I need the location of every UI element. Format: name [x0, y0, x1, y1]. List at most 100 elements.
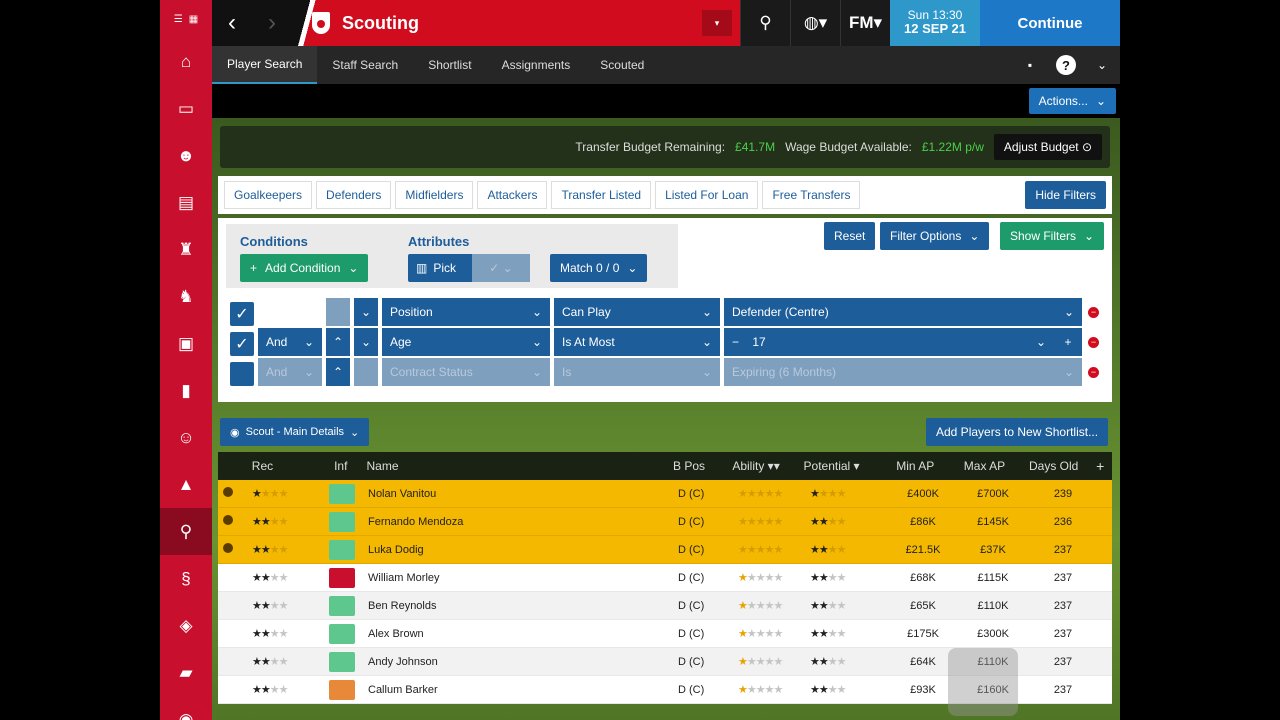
col-name[interactable]: Name: [364, 459, 673, 473]
row1-field-select[interactable]: Position ⌄: [382, 298, 550, 326]
back-button[interactable]: ‹: [212, 0, 252, 46]
tactics-icon[interactable]: ♞: [160, 273, 212, 320]
player-name[interactable]: Ben Reynolds: [366, 600, 678, 612]
row3-up-button[interactable]: ⌃: [326, 358, 350, 386]
table-row[interactable]: ★★★★ Nolan Vanitou D (C) ★★★★★ ★★★★ £400K £700…: [218, 480, 1112, 508]
col-ability[interactable]: Ability ▾▾: [732, 459, 803, 473]
row2-remove-icon[interactable]: −: [1088, 337, 1099, 348]
notes-icon[interactable]: ▮: [160, 367, 212, 414]
filter-attackers[interactable]: Attackers: [477, 181, 548, 209]
home-icon[interactable]: ⌂: [160, 38, 212, 85]
globe-icon[interactable]: ◍▾: [790, 0, 840, 46]
col-potential[interactable]: Potential ▾: [804, 459, 881, 473]
forward-button[interactable]: ›: [252, 0, 292, 46]
col-bpos[interactable]: B Pos: [673, 459, 732, 473]
row1-down-button[interactable]: ⌄: [354, 298, 378, 326]
tab-assignments[interactable]: Assignments: [487, 46, 586, 84]
inbox-icon[interactable]: ▭: [160, 85, 212, 132]
row1-value-select[interactable]: Defender (Centre) ⌄: [724, 298, 1082, 326]
show-filters-button[interactable]: Show Filters ⌄: [1000, 222, 1105, 250]
filter-listed-for-loan[interactable]: Listed For Loan: [655, 181, 759, 209]
scouting-icon[interactable]: ⚲: [160, 508, 212, 555]
staff-icon[interactable]: ☺: [160, 414, 212, 461]
player-name[interactable]: Luka Dodig: [366, 544, 678, 556]
stats-icon[interactable]: ▣: [160, 320, 212, 367]
player-name[interactable]: Nolan Vanitou: [366, 488, 678, 500]
player-name[interactable]: Fernando Mendoza: [366, 516, 678, 528]
row3-join: And: [266, 365, 288, 379]
col-min-ap[interactable]: Min AP: [881, 459, 950, 473]
row3-checkbox[interactable]: [230, 362, 254, 386]
fm-menu-button[interactable]: FM ▾: [840, 0, 890, 46]
table-row[interactable]: ★★★★ Alex Brown D (C) ★★★★★ ★★★★ £175K £300K 23…: [218, 620, 1112, 648]
search-icon[interactable]: ⚲: [740, 0, 790, 46]
notes-small-icon[interactable]: ▪: [1012, 46, 1048, 84]
filter-midfielders[interactable]: Midfielders: [395, 181, 474, 209]
squad-icon[interactable]: ☻: [160, 132, 212, 179]
row1-op-select[interactable]: Can Play ⌄: [554, 298, 720, 326]
row2-up-button[interactable]: ⌃: [326, 328, 350, 356]
view-select-button[interactable]: ◉ Scout - Main Details ⌄: [220, 418, 370, 446]
pick-button[interactable]: ▥ Pick: [408, 261, 464, 275]
match-button[interactable]: Match 0 / 0 ⌄: [550, 254, 648, 282]
chevron-down-icon[interactable]: ⌄: [1084, 46, 1120, 84]
page-menu-button[interactable]: ▾: [702, 10, 732, 36]
row2-join-select[interactable]: And ⌄: [258, 328, 322, 356]
player-name[interactable]: William Morley: [366, 572, 678, 584]
minus-icon[interactable]: −: [732, 335, 739, 349]
adjust-budget-button[interactable]: Adjust Budget ⊙: [993, 134, 1102, 160]
menu-icon[interactable]: ☰: [174, 14, 183, 25]
table-row[interactable]: ★★★★ Luka Dodig D (C) ★★★★★ ★★★★ £21.5K £37K 23…: [218, 536, 1112, 564]
reset-button[interactable]: Reset: [824, 222, 876, 250]
row2-plus-button[interactable]: +: [1054, 328, 1082, 356]
row-select-icon[interactable]: [218, 543, 238, 556]
continue-button[interactable]: Continue: [980, 0, 1120, 46]
help-button[interactable]: ?: [1048, 46, 1084, 84]
row-select-icon[interactable]: [218, 487, 238, 500]
filter-transfer-listed[interactable]: Transfer Listed: [551, 181, 652, 209]
col-days-old[interactable]: Days Old: [1019, 459, 1088, 473]
row2-op-select[interactable]: Is At Most ⌄: [554, 328, 720, 356]
col-inf[interactable]: Inf: [317, 459, 364, 473]
flag-icon[interactable]: ▦: [189, 14, 198, 25]
col-max-ap[interactable]: Max AP: [950, 459, 1019, 473]
add-column-button[interactable]: +: [1088, 458, 1112, 474]
row2-field-select[interactable]: Age ⌄: [382, 328, 550, 356]
row2-checkbox[interactable]: ✓: [230, 332, 254, 356]
world-icon[interactable]: ◉: [160, 696, 212, 720]
player-name[interactable]: Andy Johnson: [366, 656, 678, 668]
row-select-icon[interactable]: [218, 515, 238, 528]
add-to-shortlist-button[interactable]: Add Players to New Shortlist...: [926, 418, 1109, 446]
row1-remove-icon[interactable]: −: [1088, 307, 1099, 318]
assistive-touch-overlay[interactable]: [948, 648, 1018, 716]
filter-defenders[interactable]: Defenders: [316, 181, 392, 209]
rec-stars: ★★★★: [252, 684, 288, 696]
player-name[interactable]: Alex Brown: [366, 628, 678, 640]
col-rec[interactable]: Rec: [238, 459, 317, 473]
table-row[interactable]: ★★★★ Fernando Mendoza D (C) ★★★★★ ★★★★ £86K £1…: [218, 508, 1112, 536]
training-icon[interactable]: ▲: [160, 461, 212, 508]
filter-options-button[interactable]: Filter Options ⌄: [880, 222, 990, 250]
table-row[interactable]: ★★★★ William Morley D (C) ★★★★★ ★★★★ £68K £115…: [218, 564, 1112, 592]
add-condition-button[interactable]: + Add Condition ⌄: [240, 254, 369, 282]
pick-dropdown[interactable]: ✓ ⌄: [472, 254, 530, 282]
filter-goalkeepers[interactable]: Goalkeepers: [224, 181, 313, 209]
tab-player-search[interactable]: Player Search: [212, 46, 318, 84]
row1-checkbox[interactable]: ✓: [230, 302, 254, 326]
trophy-icon[interactable]: ♜: [160, 226, 212, 273]
tab-shortlist[interactable]: Shortlist: [413, 46, 486, 84]
finances-icon[interactable]: ▰: [160, 649, 212, 696]
tab-scouted[interactable]: Scouted: [585, 46, 659, 84]
hide-filters-button[interactable]: Hide Filters: [1025, 181, 1106, 209]
schedule-icon[interactable]: ▤: [160, 179, 212, 226]
club-icon[interactable]: §: [160, 555, 212, 602]
club-badge-icon[interactable]: ◈: [160, 602, 212, 649]
tab-staff-search[interactable]: Staff Search: [317, 46, 413, 84]
row2-down-button[interactable]: ⌄: [354, 328, 378, 356]
table-row[interactable]: ★★★★ Ben Reynolds D (C) ★★★★★ ★★★★ £65K £110K 2…: [218, 592, 1112, 620]
row2-value-stepper[interactable]: − 17 ⌄: [724, 328, 1054, 356]
row3-remove-icon[interactable]: −: [1088, 367, 1099, 378]
actions-button[interactable]: Actions... ⌄: [1028, 88, 1116, 114]
player-name[interactable]: Callum Barker: [366, 684, 678, 696]
filter-free-transfers[interactable]: Free Transfers: [762, 181, 861, 209]
